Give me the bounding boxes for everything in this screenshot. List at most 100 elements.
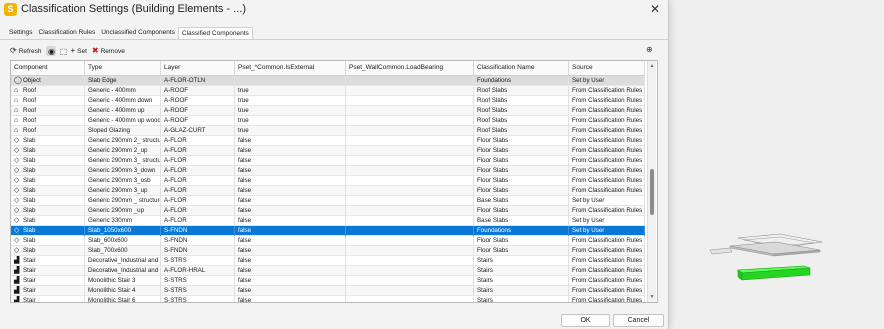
cell-load-bearing (346, 116, 474, 126)
table-row[interactable]: ▟ Stair Monolithic Stair 3 S-STRS false Stair… (11, 276, 645, 286)
column-header-classification-name[interactable]: Classification Name (474, 61, 569, 75)
cell-is-external: true (235, 116, 346, 126)
vertical-scrollbar[interactable]: ▲ ▼ (647, 61, 656, 302)
table-row[interactable]: ◇ Slab Slab_700x600 S-FNDN false Floor Slabs F… (11, 246, 645, 256)
cell-classification-name: Foundations (474, 76, 569, 86)
roof-icon: ⌂ (14, 87, 19, 94)
cell-source-text: From Classification Rules (572, 287, 643, 294)
stair-icon: ▟ (14, 277, 20, 284)
scroll-down-icon[interactable]: ▼ (649, 294, 655, 300)
table-row[interactable]: ◇ Slab Generic 290mm 3_up A-FLOR false Floor … (11, 186, 645, 196)
cell-classification-name-text: Floor Slabs (477, 167, 509, 174)
table-row[interactable]: ▟ Stair Monolithic Stair 4 S-STRS false Stair… (11, 286, 645, 296)
cell-type-text: Monolithic Stair 4 (88, 287, 136, 294)
table-row[interactable]: ▟ Stair Decorative_Industrial and ... A-FLO… (11, 266, 645, 276)
set-button[interactable]: + Set (70, 46, 86, 56)
isolate-icon[interactable]: ⬚ (58, 46, 68, 56)
cell-layer-text: A-ROOF (164, 97, 189, 104)
cell-is-external: false (235, 186, 346, 196)
table-row[interactable]: ⌂ Roof Generic - 400mm A-ROOF true Roof Slabs… (11, 86, 645, 96)
table-row[interactable]: ◇ Slab Generic 290mm 2_ structure A-FLOR fal… (11, 136, 645, 146)
cell-type-text: Slab_700x600 (88, 247, 128, 254)
cell-load-bearing (346, 246, 474, 256)
cell-layer: S-FNDN (161, 236, 235, 246)
table-row[interactable]: ◇ Slab Generic 330mm A-FLOR false Base Slabs S… (11, 216, 645, 226)
table-header: Component Type Layer Pset_*Common.IsExte… (11, 61, 645, 76)
cell-load-bearing (346, 86, 474, 96)
cell-source: From Classification Rules (569, 266, 645, 276)
globe-icon[interactable]: ⊕ (646, 45, 653, 54)
cell-source-text: From Classification Rules (572, 137, 643, 144)
cell-layer: S-STRS (161, 256, 235, 266)
table-row[interactable]: ◇ Slab Generic 290mm 3_ structure A-FLOR fal… (11, 156, 645, 166)
ok-button[interactable]: OK (561, 314, 610, 327)
cell-component-text: Roof (23, 97, 37, 104)
cell-is-external: false (235, 226, 346, 236)
cell-classification-name-text: Floor Slabs (477, 157, 509, 164)
table-row[interactable]: ⌂ Roof Sloped Glazing A-GLAZ-CURT true Roof S… (11, 126, 645, 136)
title-bar: S Classification Settings (Building Elem… (0, 0, 668, 22)
table-row[interactable]: ▟ Stair Monolithic Stair 6 S-STRS false Stair… (11, 296, 645, 302)
table-row[interactable]: ◇ Slab Generic 290mm _ structure A-FLOR fals… (11, 196, 645, 206)
cell-classification-name-text: Foundations (477, 227, 512, 234)
cell-is-external-text: false (238, 277, 252, 284)
cell-type: Slab Edge (85, 76, 161, 86)
cancel-button[interactable]: Cancel (613, 314, 664, 327)
cell-load-bearing (346, 226, 474, 236)
building-model-preview[interactable] (700, 228, 860, 288)
column-header-type[interactable]: Type (85, 61, 161, 75)
tab-settings[interactable]: Settings (6, 27, 36, 39)
cell-source-text: From Classification Rules (572, 127, 643, 134)
cell-layer: A-FLOR-HRAL (161, 266, 235, 276)
classification-settings-dialog: S Classification Settings (Building Elem… (0, 0, 669, 329)
slab-icon: ◇ (14, 167, 20, 174)
column-header-component[interactable]: Component (11, 61, 85, 75)
table-row[interactable]: ◇ Slab Slab_1050x600 S-FNDN false Foundations… (11, 226, 645, 236)
cell-source: From Classification Rules (569, 186, 645, 196)
column-header-source[interactable]: Source (569, 61, 645, 75)
cell-type: Generic 290mm 3_ structure (85, 156, 161, 166)
cell-source-text: Set by User (572, 217, 605, 224)
table-row[interactable]: ⌂ Roof Generic - 400mm up A-ROOF true Roof Sl… (11, 106, 645, 116)
cell-layer-text: S-FNDN (164, 247, 188, 254)
refresh-button[interactable]: ⟳ Refresh (10, 46, 41, 56)
show-3d-icon[interactable]: ◉ (46, 46, 57, 56)
scroll-up-icon[interactable]: ▲ (649, 63, 655, 69)
table-row[interactable]: ◇ Slab Generic 290mm 3_osb A-FLOR false Floor… (11, 176, 645, 186)
roof-icon: ⌂ (14, 107, 19, 114)
slab-icon: ◇ (14, 137, 20, 144)
table-row[interactable]: ◇ Slab Generic 290mm 2_up A-FLOR false Floor … (11, 146, 645, 156)
table-row[interactable]: ◇ Slab Slab_600x600 S-FNDN false Floor Slabs F… (11, 236, 645, 246)
cell-load-bearing (346, 136, 474, 146)
column-header-layer[interactable]: Layer (161, 61, 235, 75)
tab-unclassified-components[interactable]: Unclassified Components (98, 27, 178, 39)
table-row[interactable]: ◇ Slab Generic 290mm 3_down A-FLOR false Floo… (11, 166, 645, 176)
scrollbar-thumb[interactable] (650, 169, 654, 215)
cell-type: Generic 290mm 2_up (85, 146, 161, 156)
cell-is-external-text: false (238, 237, 252, 244)
remove-button[interactable]: ✖ Remove (92, 46, 125, 56)
cell-load-bearing (346, 256, 474, 266)
tab-classification-rules[interactable]: Classification Rules (36, 27, 99, 39)
column-header-is-external[interactable]: Pset_*Common.IsExternal (235, 61, 346, 75)
cell-is-external: false (235, 196, 346, 206)
table-row[interactable]: ◇ Slab Generic 290mm _up A-FLOR false Floor S… (11, 206, 645, 216)
table-row[interactable]: ◯Object Slab Edge A-FLOR-OTLN Foundations Se… (11, 76, 645, 86)
cell-layer: A-ROOF (161, 106, 235, 116)
refresh-label: Refresh (18, 47, 42, 55)
table-row[interactable]: ⌂ Roof Generic - 400mm down A-ROOF true Roof … (11, 96, 645, 106)
roof-icon: ⌂ (14, 117, 19, 124)
cell-layer-text: S-STRS (164, 277, 187, 284)
set-label: Set (77, 47, 87, 55)
column-header-load-bearing[interactable]: Pset_WallCommon.LoadBearing (346, 61, 474, 75)
cell-source-text: Set by User (572, 197, 605, 204)
cell-type: Generic 290mm _ structure (85, 196, 161, 206)
cell-source: From Classification Rules (569, 286, 645, 296)
slab-icon: ◇ (14, 197, 20, 204)
cell-type: Slab_700x600 (85, 246, 161, 256)
cell-source: Set by User (569, 196, 645, 206)
cell-load-bearing (346, 126, 474, 136)
table-row[interactable]: ▟ Stair Decorative_Industrial and ... S-STR… (11, 256, 645, 266)
table-row[interactable]: ⌂ Roof Generic - 400mm up wood A-ROOF true Ro… (11, 116, 645, 126)
close-icon[interactable]: ✕ (648, 2, 662, 16)
